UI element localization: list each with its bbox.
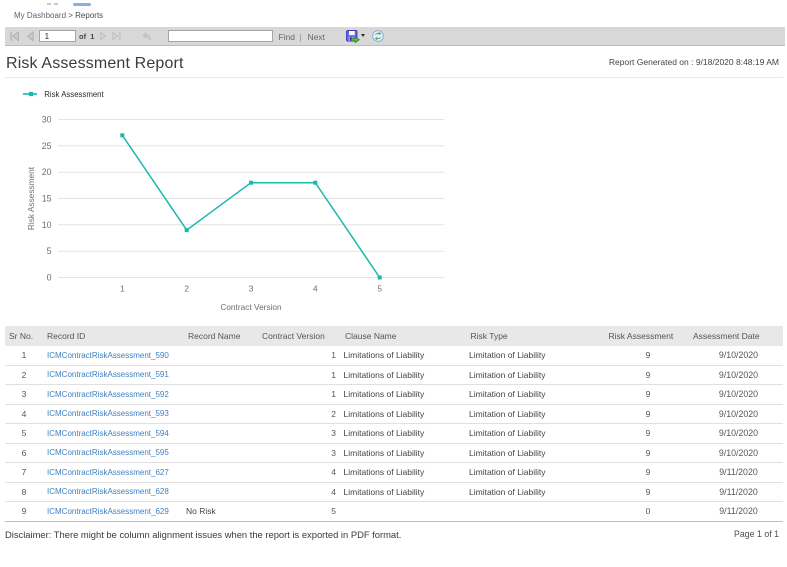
svg-text:25: 25 [42,141,52,151]
svg-text:Risk Assessment: Risk Assessment [44,90,104,99]
svg-text:5: 5 [377,284,382,294]
svg-text:20: 20 [42,167,52,177]
svg-text:10: 10 [42,220,52,230]
svg-text:Contract Version: Contract Version [220,302,282,312]
svg-text:3: 3 [249,284,254,294]
svg-text:4: 4 [313,284,318,294]
svg-text:5: 5 [47,246,52,256]
svg-text:Risk Assessment: Risk Assessment [26,166,36,230]
svg-text:2: 2 [184,284,189,294]
svg-text:15: 15 [42,194,52,204]
svg-text:1: 1 [120,284,125,294]
svg-text:30: 30 [42,115,52,125]
svg-text:0: 0 [47,273,52,283]
